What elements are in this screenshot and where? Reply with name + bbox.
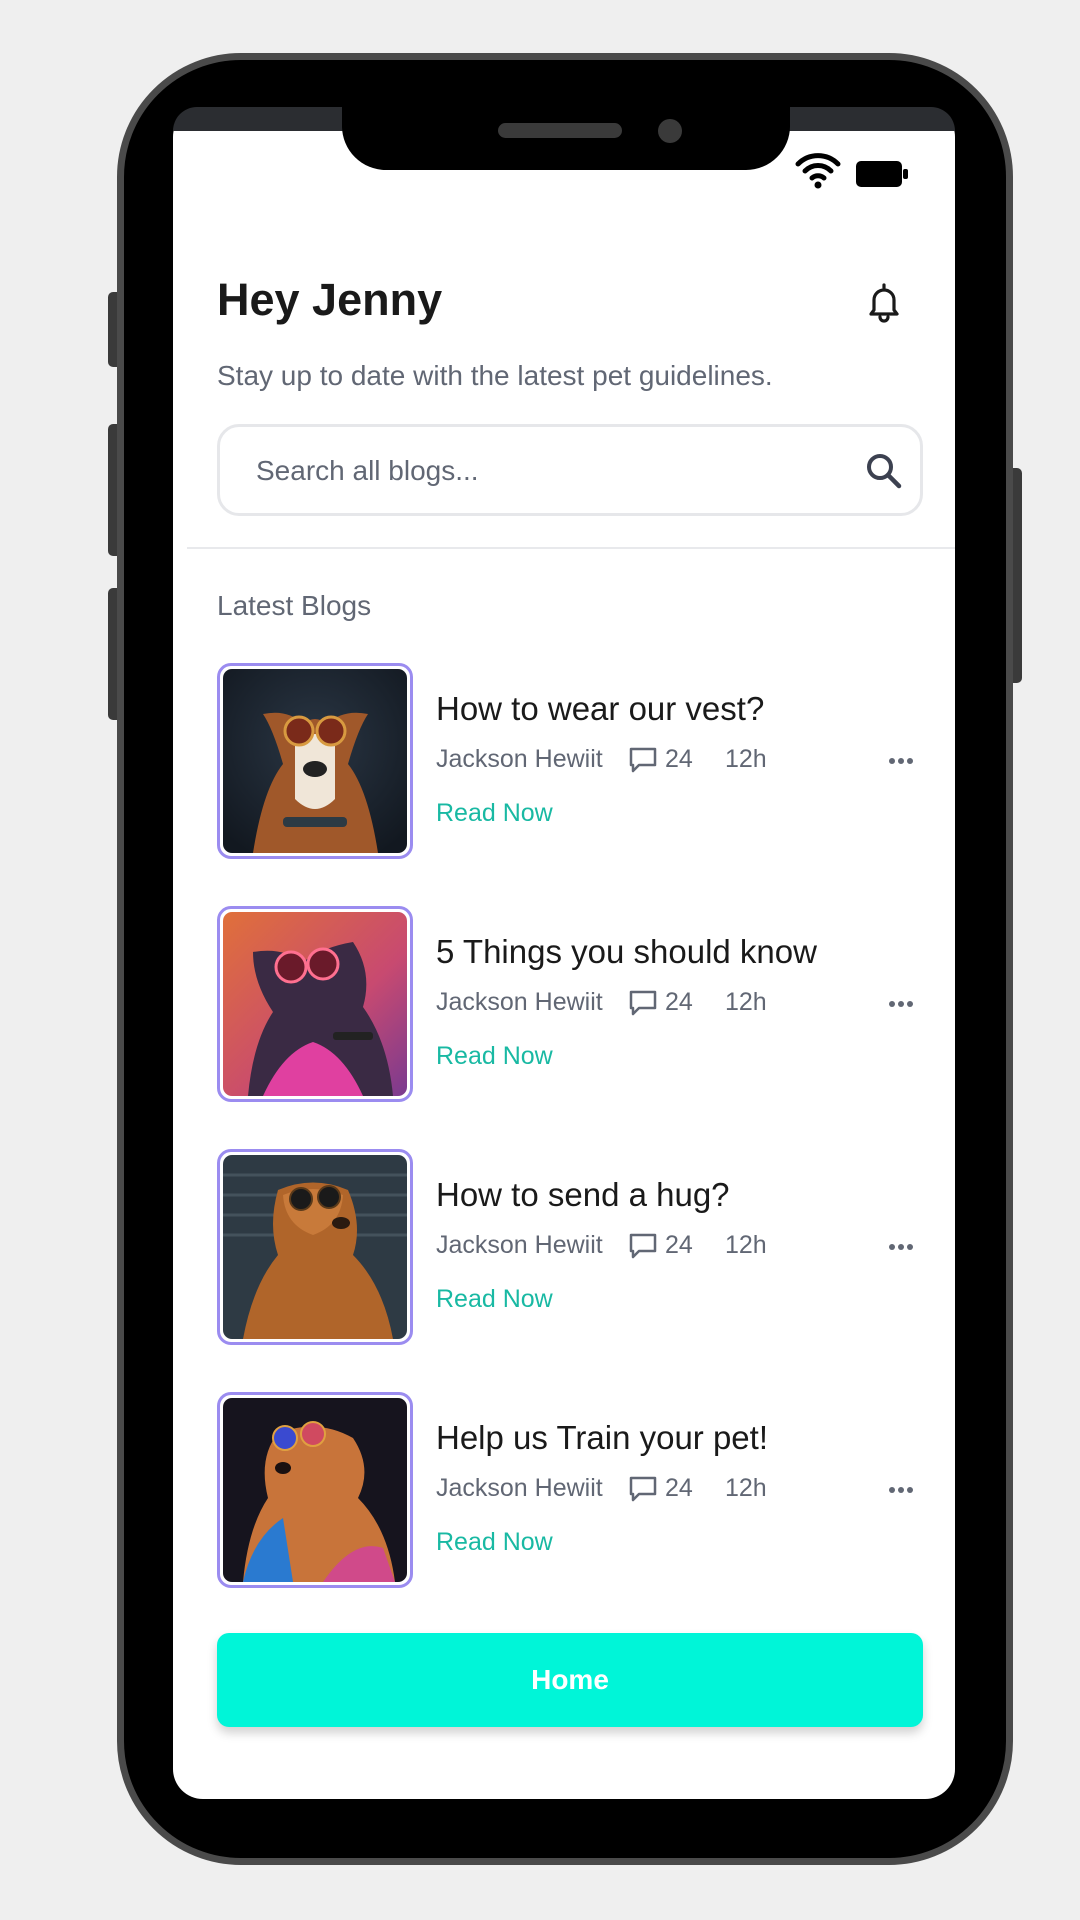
comment-icon	[629, 990, 657, 1016]
search-box	[217, 424, 923, 516]
comment-icon	[629, 747, 657, 773]
blog-time: 12h	[725, 988, 767, 1016]
comment-count: 24	[665, 745, 693, 773]
blog-author: Jackson Hewiit	[436, 1231, 603, 1259]
more-icon[interactable]	[887, 1237, 915, 1257]
read-now-link[interactable]: Read Now	[436, 1042, 553, 1071]
read-now-link[interactable]: Read Now	[436, 1528, 553, 1557]
blog-list-item[interactable]: Help us Train your pet! Jackson Hewiit 2…	[217, 1392, 923, 1588]
divider	[187, 547, 955, 549]
dog-photo	[223, 912, 407, 1096]
blog-title[interactable]: Help us Train your pet!	[436, 1419, 768, 1457]
blog-thumbnail[interactable]	[217, 663, 413, 859]
read-now-link[interactable]: Read Now	[436, 1285, 553, 1314]
blog-title[interactable]: How to send a hug?	[436, 1176, 730, 1214]
page-subtitle: Stay up to date with the latest pet guid…	[217, 360, 773, 391]
home-button[interactable]: Home	[217, 1633, 923, 1727]
comment-count: 24	[665, 1474, 693, 1502]
front-camera	[658, 119, 682, 143]
blog-time: 12h	[725, 1231, 767, 1259]
bell-icon[interactable]	[862, 280, 906, 324]
blog-time: 12h	[725, 1474, 767, 1502]
blog-title[interactable]: 5 Things you should know	[436, 933, 817, 971]
comment-count: 24	[665, 1231, 693, 1259]
greeting-title: Hey Jenny	[217, 274, 443, 325]
blog-thumbnail[interactable]	[217, 1392, 413, 1588]
more-icon[interactable]	[887, 1480, 915, 1500]
blog-thumbnail[interactable]	[217, 906, 413, 1102]
comment-icon	[629, 1476, 657, 1502]
battery-icon	[856, 161, 908, 187]
search-icon[interactable]	[864, 451, 904, 491]
blog-author: Jackson Hewiit	[436, 988, 603, 1016]
blog-title[interactable]: How to wear our vest?	[436, 690, 764, 728]
more-icon[interactable]	[887, 751, 915, 771]
speaker	[498, 123, 622, 138]
blog-thumbnail[interactable]	[217, 1149, 413, 1345]
search-input[interactable]	[256, 447, 836, 495]
blog-author: Jackson Hewiit	[436, 1474, 603, 1502]
blog-time: 12h	[725, 745, 767, 773]
blog-author: Jackson Hewiit	[436, 745, 603, 773]
more-icon[interactable]	[887, 994, 915, 1014]
wifi-icon	[795, 153, 841, 189]
dog-photo	[223, 1398, 407, 1582]
blog-list-item[interactable]: How to send a hug? Jackson Hewiit 24 12h…	[217, 1149, 923, 1345]
blog-list-item[interactable]: 5 Things you should know Jackson Hewiit …	[217, 906, 923, 1102]
blog-list-item[interactable]: How to wear our vest? Jackson Hewiit 24 …	[217, 663, 923, 859]
comment-count: 24	[665, 988, 693, 1016]
comment-icon	[629, 1233, 657, 1259]
dog-photo	[223, 669, 407, 853]
section-title: Latest Blogs	[217, 590, 372, 621]
read-now-link[interactable]: Read Now	[436, 799, 553, 828]
dog-photo	[223, 1155, 407, 1339]
